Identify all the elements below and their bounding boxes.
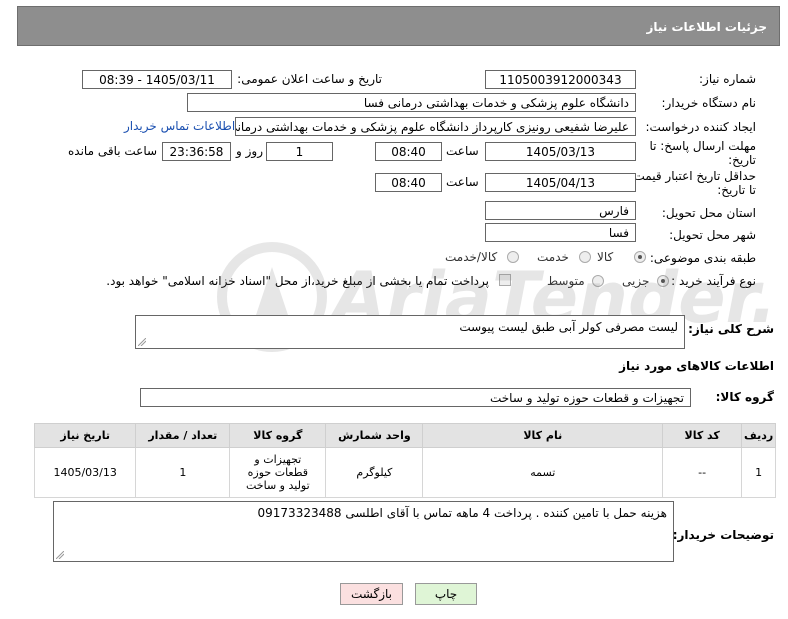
city-field: فسا <box>485 223 636 242</box>
process-radio-medium[interactable] <box>592 275 604 287</box>
days-label: روز و <box>236 144 263 158</box>
summary-field: لیست مصرفی کولر آبی طبق لیست پیوست <box>135 315 685 349</box>
buyer-notes-label: توضیحات خریدار: <box>672 528 774 542</box>
items-table-header: ردیف کد کالا نام کالا واحد شمارش گروه کا… <box>33 423 776 448</box>
remaining-time-label: ساعت باقی مانده <box>68 144 158 158</box>
notes-resize-icon[interactable] <box>56 551 64 559</box>
treasury-payment-note: پرداخت تمام یا بخشی از مبلغ خرید،از محل … <box>106 274 489 288</box>
category-radio-goods[interactable] <box>634 251 646 263</box>
cell-name: تسمه <box>422 447 664 498</box>
reply-deadline-date: 1405/03/13 <box>485 142 636 161</box>
table-row: 1 -- تسمه کیلوگرم تجهیزات و قطعات حوزه ت… <box>33 447 776 498</box>
price-validity-date: 1405/04/13 <box>485 173 636 192</box>
col-header-date: تاریخ نیاز <box>33 423 137 448</box>
cell-group: تجهیزات و قطعات حوزه تولید و ساخت <box>229 447 327 498</box>
purchase-process-label: نوع فرآیند خرید : <box>671 274 756 288</box>
category-option-goods: کالا <box>597 250 614 264</box>
col-header-qty: تعداد / مقدار <box>135 423 231 448</box>
category-option-service: خدمت <box>537 250 569 264</box>
requester-label: ایجاد کننده درخواست: <box>645 120 756 134</box>
announce-datetime-field: 1405/03/11 - 08:39 <box>82 70 232 89</box>
process-option-medium: متوسط <box>547 274 585 288</box>
col-header-group: گروه کالا <box>229 423 327 448</box>
goods-group-field: تجهیزات و قطعات حوزه تولید و ساخت <box>140 388 691 407</box>
treasury-payment-checkbox[interactable] <box>499 274 511 286</box>
col-header-name: نام کالا <box>422 423 664 448</box>
col-header-unit: واحد شمارش <box>325 423 424 448</box>
cell-qty: 1 <box>135 447 231 498</box>
remaining-time-field: 23:36:58 <box>162 142 231 161</box>
buyer-contact-link[interactable]: اطلاعات تماس خریدار <box>124 119 235 133</box>
need-number-label: شماره نیاز: <box>699 72 756 86</box>
col-header-row: ردیف <box>741 423 776 448</box>
cell-date: 1405/03/13 <box>33 447 137 498</box>
reply-deadline-days: 1 <box>266 142 333 161</box>
cell-unit: کیلوگرم <box>325 447 424 498</box>
reply-deadline-time-label: ساعت <box>446 144 479 158</box>
province-field: فارس <box>485 201 636 220</box>
buyer-org-label: نام دستگاه خریدار: <box>661 96 757 110</box>
back-button[interactable]: بازگشت <box>340 583 403 605</box>
goods-group-label: گروه کالا: <box>715 390 774 404</box>
summary-text: لیست مصرفی کولر آبی طبق لیست پیوست <box>459 320 678 334</box>
buyer-notes-field: هزینه حمل با تامین کننده . پرداخت 4 ماهه… <box>53 501 674 562</box>
category-option-goods-service: کالا/خدمت <box>445 250 498 264</box>
process-option-minor: جزیی <box>622 274 650 288</box>
panel-title: جزئیات اطلاعات نیاز <box>17 6 780 46</box>
price-validity-label-2: تا تاریخ: <box>717 183 756 197</box>
cell-row: 1 <box>741 447 776 498</box>
reply-deadline-time: 08:40 <box>375 142 442 161</box>
items-table: ردیف کد کالا نام کالا واحد شمارش گروه کا… <box>33 423 776 498</box>
price-validity-label: حداقل تاریخ اعتبار قیمت: <box>629 169 756 183</box>
summary-label: شرح کلی نیاز: <box>688 322 774 336</box>
cell-code: -- <box>662 447 743 498</box>
requester-field: علیرضا شفیعی رونیزی کارپرداز دانشگاه علو… <box>235 117 636 136</box>
announce-datetime-label: تاریخ و ساعت اعلان عمومی: <box>237 72 382 86</box>
city-label: شهر محل تحویل: <box>669 228 756 242</box>
category-radio-service[interactable] <box>579 251 591 263</box>
buyer-org-field: دانشگاه علوم پزشکی و خدمات بهداشتی درمان… <box>187 93 636 112</box>
buyer-notes-text: هزینه حمل با تامین کننده . پرداخت 4 ماهه… <box>257 506 667 520</box>
process-radio-minor[interactable] <box>657 275 669 287</box>
reply-deadline-label: مهلت ارسال پاسخ: تا <box>649 139 756 153</box>
items-section-title: اطلاعات کالاهای مورد نیاز <box>619 359 774 373</box>
page-frame: جزئیات اطلاعات نیاز شماره نیاز: 11050039… <box>2 2 786 617</box>
price-validity-time: 08:40 <box>375 173 442 192</box>
price-validity-time-label: ساعت <box>446 175 479 189</box>
print-button[interactable]: چاپ <box>415 583 477 605</box>
need-number-field: 1105003912000343 <box>485 70 636 89</box>
category-radio-goods-service[interactable] <box>507 251 519 263</box>
col-header-code: کد کالا <box>662 423 743 448</box>
province-label: استان محل تحویل: <box>661 206 756 220</box>
reply-deadline-label-2: تاریخ: <box>728 153 756 167</box>
category-label: طبقه بندی موضوعی: <box>649 251 756 265</box>
summary-resize-icon[interactable] <box>138 338 146 346</box>
